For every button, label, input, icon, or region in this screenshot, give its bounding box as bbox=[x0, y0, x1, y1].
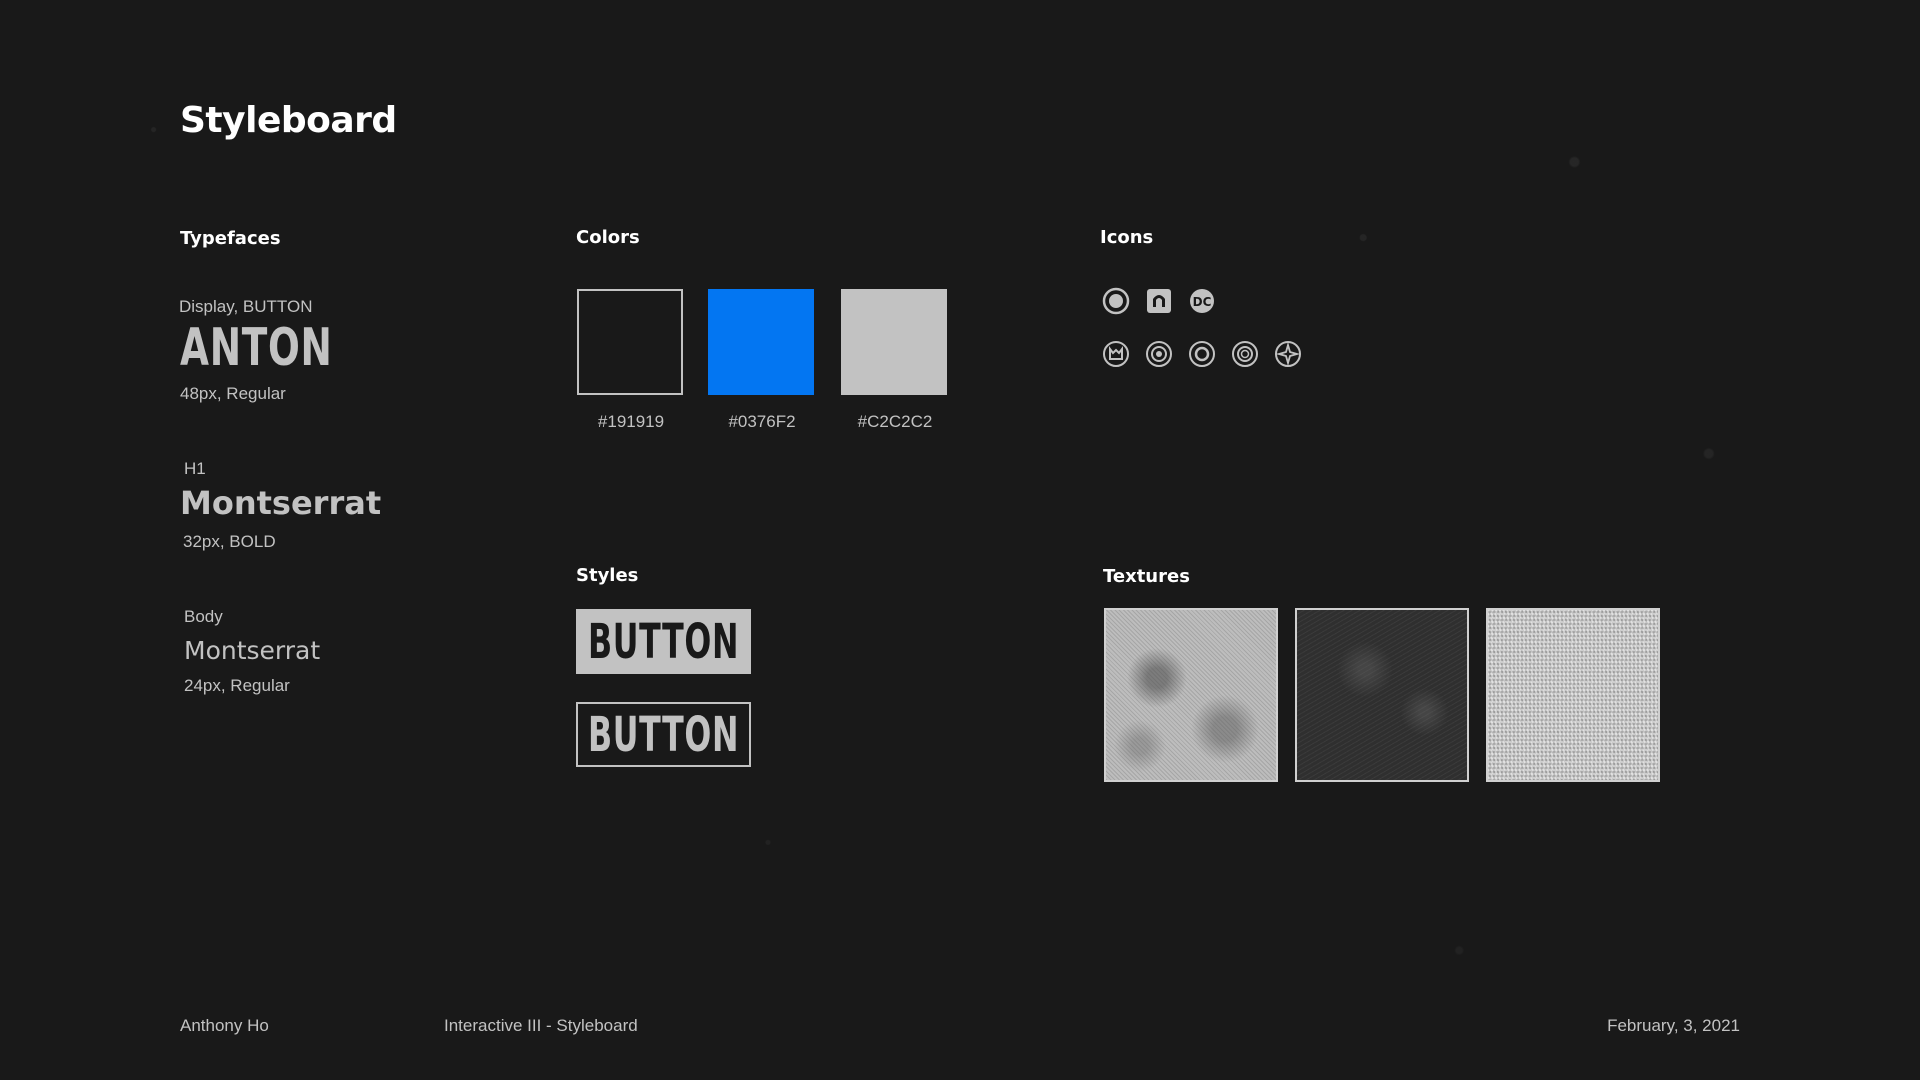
h1-font-sample: Montserrat bbox=[180, 484, 382, 522]
batman-emblem-icon bbox=[1103, 341, 1129, 367]
icons-heading: Icons bbox=[1100, 227, 1154, 248]
texture-swatch-white bbox=[1486, 608, 1660, 782]
color-swatch-gray bbox=[841, 289, 947, 395]
color-label-gray: #C2C2C2 bbox=[857, 412, 933, 431]
body-font-label: Body bbox=[184, 607, 223, 626]
h1-font-label: H1 bbox=[184, 459, 206, 478]
superman-emblem-icon bbox=[1147, 289, 1171, 313]
body-font-sample: Montserrat bbox=[184, 636, 321, 665]
footer-date: February, 3, 2021 bbox=[1607, 1016, 1740, 1035]
styles-heading: Styles bbox=[576, 565, 639, 586]
footer-author: Anthony Ho bbox=[180, 1016, 269, 1035]
footer-project: Interactive III - Styleboard bbox=[444, 1016, 638, 1035]
button-filled-sample[interactable]: BUTTON bbox=[576, 609, 751, 674]
button-outline-sample[interactable]: BUTTON bbox=[576, 702, 751, 767]
page-title: Styleboard bbox=[180, 100, 397, 141]
aquaman-emblem-icon bbox=[1275, 341, 1301, 367]
flash-emblem-icon bbox=[1189, 341, 1215, 367]
texture-swatch-dark bbox=[1295, 608, 1469, 782]
h1-font-spec: 32px, BOLD bbox=[183, 532, 276, 551]
svg-text:DC: DC bbox=[1193, 295, 1212, 309]
color-label-blue: #0376F2 bbox=[728, 412, 796, 431]
button-filled-label: BUTTON bbox=[587, 613, 740, 670]
display-font-spec: 48px, Regular bbox=[180, 384, 286, 403]
display-font-sample: ANTON bbox=[180, 318, 333, 378]
color-label-dark: #191919 bbox=[597, 412, 665, 431]
wonder-woman-emblem-icon bbox=[1146, 341, 1172, 367]
color-swatch-dark bbox=[577, 289, 683, 395]
texture-swatch-light-gray bbox=[1104, 608, 1278, 782]
typefaces-heading: Typefaces bbox=[180, 228, 281, 249]
color-swatch-blue bbox=[708, 289, 814, 395]
colors-heading: Colors bbox=[576, 227, 640, 248]
body-font-spec: 24px, Regular bbox=[184, 676, 290, 695]
cyborg-emblem-icon bbox=[1102, 287, 1130, 315]
green-lantern-emblem-icon bbox=[1232, 341, 1258, 367]
textures-heading: Textures bbox=[1103, 566, 1190, 587]
display-font-label: Display, BUTTON bbox=[179, 297, 313, 316]
dc-logo-icon: DC bbox=[1190, 289, 1214, 313]
button-outline-label: BUTTON bbox=[587, 706, 740, 763]
grunge-background bbox=[0, 0, 1920, 1080]
